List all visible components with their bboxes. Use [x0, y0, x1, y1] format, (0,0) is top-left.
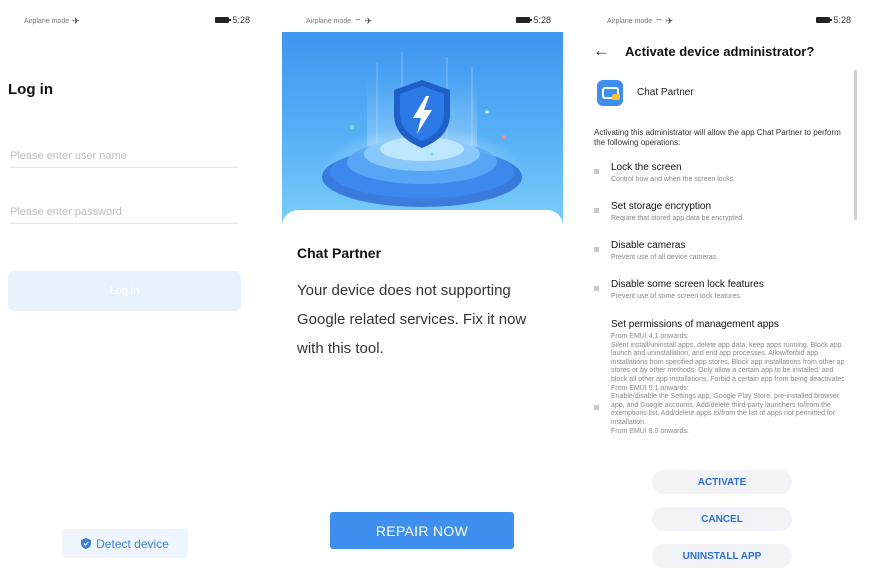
chat-partner-app-icon: [597, 80, 623, 106]
hero-illustration: [322, 52, 522, 207]
bullet-icon: [594, 286, 599, 291]
username-input[interactable]: [10, 144, 238, 168]
permission-description: From EMUI 4.1 onwards: Silent install/un…: [611, 333, 844, 435]
status-time: 5:28: [232, 15, 250, 25]
permission-description: Require that stored app data be encrypte…: [611, 215, 745, 222]
info-card: Chat Partner Your device does not suppor…: [282, 210, 563, 576]
app-name: Chat Partner: [297, 245, 382, 261]
battery-icon: [215, 17, 232, 23]
status-time: 5:28: [833, 15, 851, 25]
repair-now-button[interactable]: REPAIR NOW: [330, 512, 514, 549]
shield-icon: [81, 538, 92, 549]
permission-item: Set permissions of management apps From …: [594, 319, 844, 465]
permission-title: Lock the screen: [611, 162, 682, 173]
bullet-icon: [594, 208, 599, 213]
permission-description: Prevent use of some screen lock features…: [611, 293, 742, 300]
airplane-icon: ✈: [665, 16, 674, 26]
password-input[interactable]: [10, 200, 238, 224]
cancel-button[interactable]: CANCEL: [652, 507, 792, 531]
battery-icon: [816, 17, 833, 23]
back-arrow-icon[interactable]: ←: [593, 41, 610, 61]
scrollbar[interactable]: [854, 70, 857, 220]
activate-button[interactable]: ACTIVATE: [652, 470, 792, 494]
bullet-icon: [594, 405, 599, 410]
status-bar: Airplane mode ⌔ ✈ 5:28: [282, 12, 563, 28]
permission-title: Disable some screen lock features: [611, 279, 764, 290]
wifi-icon: ⌔: [655, 16, 663, 26]
airplane-mode-label: Airplane mode: [24, 18, 70, 25]
status-time: 5:28: [533, 15, 551, 25]
bullet-icon: [594, 169, 599, 174]
battery-icon: [516, 17, 533, 23]
bullet-icon: [594, 247, 599, 252]
login-button[interactable]: Log in: [8, 271, 241, 311]
hero-banner: [282, 32, 563, 232]
login-screen: Airplane mode ✈ 5:28 Log in Log in Detec…: [0, 0, 262, 576]
warning-message: Your device does not supporting Google r…: [297, 282, 527, 357]
permission-description: Control how and when the screen locks.: [611, 176, 736, 183]
status-bar: Airplane mode ⌔ ✈ 5:28: [583, 12, 863, 28]
detect-device-label: Detect device: [96, 536, 169, 551]
page-title: Activate device administrator?: [625, 44, 815, 59]
app-name: Chat Partner: [637, 87, 694, 98]
device-admin-screen: Airplane mode ⌔ ✈ 5:28 ← Activate device…: [583, 0, 863, 576]
permission-title: Set storage encryption: [611, 201, 712, 212]
wifi-icon: ⌔: [354, 16, 362, 26]
permission-description: Prevent use of all device cameras.: [611, 254, 718, 261]
repair-screen: Airplane mode ⌔ ✈ 5:28 Chat Partner Your…: [282, 0, 563, 576]
status-bar: Airplane mode ✈ 5:28: [0, 12, 262, 28]
airplane-mode-label: Airplane mode: [607, 18, 653, 25]
airplane-mode-label: Airplane mode: [306, 18, 352, 25]
airplane-icon: ✈: [72, 16, 80, 26]
permission-title: Set permissions of management apps: [611, 319, 779, 330]
admin-intro-text: Activating this administrator will allow…: [594, 128, 841, 147]
airplane-icon: ✈: [364, 16, 373, 26]
permission-title: Disable cameras: [611, 240, 686, 251]
detect-device-button[interactable]: Detect device: [62, 529, 188, 558]
uninstall-app-button[interactable]: UNINSTALL APP: [652, 544, 792, 568]
page-title: Log in: [8, 81, 53, 98]
